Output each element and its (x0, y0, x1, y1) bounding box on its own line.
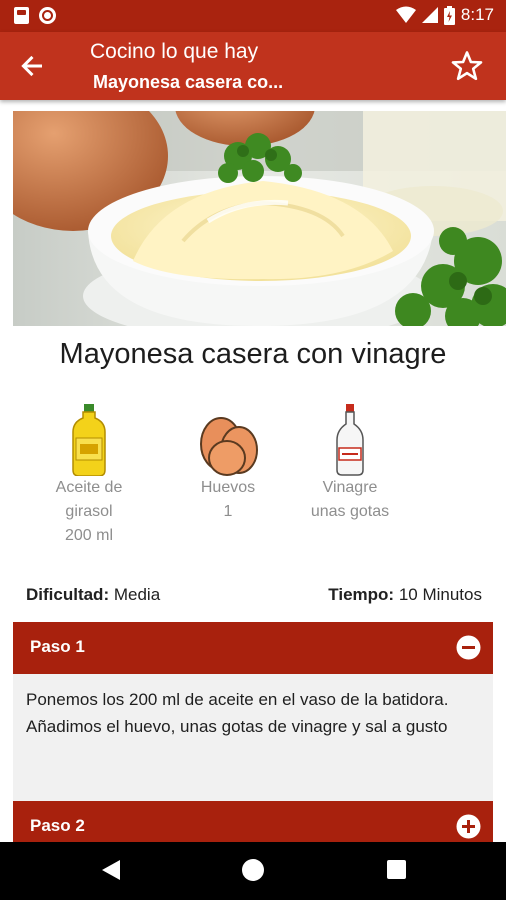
ingredient-name: Aceite de (55, 479, 123, 496)
eggs-icon (200, 417, 258, 476)
time-value: 10 Minutos (398, 585, 482, 604)
time-label: Tiempo: (328, 585, 395, 604)
ingredient-oil: Aceite de girasol 200 ml (19, 404, 159, 548)
vinegar-bottle-icon (336, 404, 364, 476)
difficulty-label: Dificultad: (26, 585, 110, 604)
nav-home-icon[interactable] (242, 859, 264, 881)
step-label: Paso 1 (30, 637, 85, 656)
expand-plus-icon[interactable] (456, 814, 481, 839)
ingredient-quantity: unas gotas (310, 503, 390, 520)
ingredient-eggs: Huevos 1 (158, 404, 298, 524)
system-tray: 8:17 (395, 5, 494, 25)
difficulty-value: Media (113, 585, 161, 604)
step-1-header[interactable]: Paso 1 (13, 622, 493, 674)
ingredient-quantity: 200 ml (64, 527, 114, 544)
recipe-title: Mayonesa casera con vinagre (59, 338, 447, 370)
app-bar: Cocino lo que hay Mayonesa casera co... (0, 32, 506, 100)
ingredient-quantity: 1 (223, 503, 233, 520)
wifi-icon (395, 6, 416, 23)
collapse-minus-icon[interactable] (456, 635, 481, 660)
step-label: Paso 2 (30, 816, 85, 835)
ingredient-name: Huevos (200, 479, 256, 496)
app-subtitle: Mayonesa casera co... (93, 72, 284, 92)
prep-time: Tiempo: 10 Minutos (328, 585, 482, 605)
notification-icon (14, 7, 29, 24)
favorite-star-icon[interactable] (450, 49, 484, 83)
recipe-meta: Dificultad: Media Tiempo: 10 Minutos (26, 585, 482, 605)
back-arrow-icon[interactable] (16, 50, 48, 82)
ingredient-name: Vinagre (322, 479, 378, 496)
ingredient-vinegar: Vinagre unas gotas (280, 404, 420, 524)
nav-recents-icon[interactable] (387, 860, 406, 879)
difficulty: Dificultad: Media (26, 585, 160, 605)
app-title: Cocino lo que hay (90, 40, 259, 63)
system-nav-bar (0, 842, 506, 900)
signal-icon (421, 7, 438, 23)
status-bar: 8:17 (0, 0, 506, 32)
record-icon (39, 7, 56, 24)
recipe-photo (13, 111, 506, 326)
ingredient-name: girasol (65, 503, 113, 520)
step-1-text: Ponemos los 200 ml de aceite en el vaso … (13, 674, 493, 801)
nav-back-icon[interactable] (101, 858, 121, 882)
notification-icons (14, 7, 56, 24)
oil-bottle-icon (72, 404, 106, 476)
battery-icon (443, 5, 455, 25)
clock: 8:17 (460, 5, 494, 24)
